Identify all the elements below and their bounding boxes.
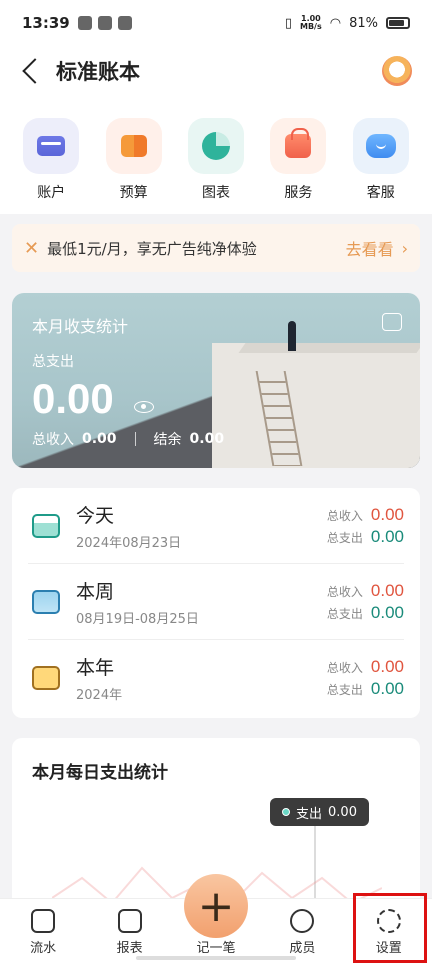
- settings-highlight-box: [353, 893, 427, 963]
- tab-label: 流水: [30, 941, 57, 956]
- add-record-button[interactable]: +: [184, 874, 248, 938]
- customer-service-icon: [365, 134, 396, 158]
- budget-icon: [120, 135, 147, 157]
- back-icon[interactable]: [22, 58, 48, 84]
- quick-action-account[interactable]: 账户: [16, 118, 86, 214]
- header: 标准账本: [0, 46, 432, 96]
- total-income-label: 总收入: [32, 432, 74, 448]
- notification-icon: [77, 16, 92, 30]
- daily-chart-title: 本月每日支出统计: [32, 763, 168, 783]
- battery-percent: 81%: [349, 15, 378, 31]
- quick-action-label: 图表: [201, 185, 230, 201]
- quick-action-customer-service[interactable]: 客服: [346, 118, 416, 214]
- notification-icon: [117, 16, 132, 30]
- expense-label: 总支出: [326, 606, 363, 621]
- expense-value: 0.00: [370, 526, 404, 546]
- period-row-today[interactable]: 今天 2024年08月23日 总收入 0.00 总支出 0.00: [28, 488, 404, 564]
- net-speed: 1.00 MB/s: [300, 14, 322, 31]
- expense-label: 总支出: [326, 683, 363, 697]
- tab-transactions[interactable]: 流水: [8, 909, 78, 956]
- period-row-year[interactable]: 本年 2024年 总收入 0.00 总支出 0.00: [28, 640, 404, 716]
- period-date: 2024年: [76, 688, 123, 703]
- period-date: 08月19日-08月25日: [76, 611, 199, 627]
- wifi-icon: ◠: [329, 15, 342, 31]
- quick-action-service[interactable]: 服务: [263, 118, 333, 214]
- report-icon: [117, 909, 142, 933]
- battery-icon: [386, 17, 410, 29]
- income-value: 0.00: [370, 657, 404, 676]
- vibrate-icon: ▯: [284, 15, 292, 31]
- status-time: 13:39: [22, 14, 70, 32]
- tab-reports[interactable]: 报表: [95, 909, 165, 956]
- quick-action-chart[interactable]: 图表: [181, 118, 251, 214]
- quick-action-label: 账户: [37, 185, 66, 201]
- income-value: 0.00: [370, 580, 404, 600]
- status-notification-icons: [77, 16, 132, 30]
- chart-tooltip: 支出 0.00: [270, 798, 369, 826]
- notification-icon: [97, 16, 112, 30]
- pie-chart-icon: [201, 132, 230, 160]
- period-summary-card: 今天 2024年08月23日 总收入 0.00 总支出 0.00 本周 08月1…: [12, 488, 420, 718]
- eye-icon[interactable]: [134, 401, 154, 413]
- tooltip-value: 0.00: [328, 804, 357, 820]
- avatar[interactable]: [382, 56, 412, 86]
- divider: [134, 432, 136, 446]
- balance-label: 结余: [153, 432, 182, 448]
- period-title: 本周: [76, 580, 115, 603]
- status-right: ▯ 1.00 MB/s ◠ 81%: [285, 15, 410, 31]
- person-illustration: [288, 321, 296, 351]
- expense-value: 0.00: [370, 679, 404, 698]
- quick-actions: 账户 预算 图表 服务 客服: [0, 96, 432, 214]
- tab-label: 记一笔: [196, 941, 236, 956]
- chart-icon[interactable]: [382, 313, 402, 331]
- quick-action-label: 预算: [119, 185, 148, 201]
- balance-value: 0.00: [189, 431, 225, 447]
- page-title: 标准账本: [56, 60, 140, 84]
- quick-action-label: 客服: [366, 185, 395, 201]
- legend-dot-icon: [282, 808, 290, 816]
- expense-value: 0.00: [370, 602, 404, 622]
- quick-action-budget[interactable]: 预算: [99, 118, 169, 214]
- status-bar: 13:39 ▯ 1.00 MB/s ◠ 81%: [0, 0, 432, 46]
- period-row-week[interactable]: 本周 08月19日-08月25日 总收入 0.00 总支出 0.00: [28, 564, 404, 640]
- yen-calendar-icon: [32, 666, 60, 690]
- income-label: 总收入: [326, 508, 363, 523]
- promo-link[interactable]: 去看看: [346, 236, 394, 260]
- tooltip-label: 支出: [296, 806, 323, 822]
- period-title: 本年: [76, 657, 115, 679]
- income-label: 总收入: [326, 584, 363, 599]
- total-income-value: 0.00: [82, 431, 117, 447]
- monthly-stats-card[interactable]: 本月收支统计 总支出 0.00 总收入 0.00 结余 0.00: [12, 293, 420, 468]
- calendar-icon: [32, 513, 60, 538]
- period-title: 今天: [76, 504, 115, 527]
- total-expense-label: 总支出: [32, 354, 74, 370]
- stats-title: 本月收支统计: [32, 317, 129, 336]
- expense-label: 总支出: [326, 530, 363, 545]
- card-icon: [32, 589, 60, 614]
- total-expense-value: 0.00: [32, 375, 114, 422]
- account-card-icon: [37, 136, 66, 156]
- person-icon: [290, 909, 315, 933]
- close-icon[interactable]: ✕: [24, 238, 39, 259]
- home-indicator: [136, 956, 296, 960]
- tab-label: 报表: [116, 941, 143, 956]
- document-icon: [31, 909, 56, 933]
- income-label: 总收入: [326, 661, 363, 675]
- promo-text: 最低1元/月，享无广告纯净体验: [47, 239, 257, 258]
- stats-summary: 总收入 0.00 结余 0.00: [32, 429, 224, 449]
- income-value: 0.00: [370, 504, 404, 524]
- shopping-bag-icon: [285, 128, 312, 158]
- chevron-right-icon: ›: [401, 238, 408, 258]
- tab-members[interactable]: 成员: [267, 909, 337, 956]
- promo-banner[interactable]: ✕ 最低1元/月，享无广告纯净体验 去看看 ›: [12, 224, 420, 272]
- quick-action-label: 服务: [284, 185, 313, 201]
- period-date: 2024年08月23日: [76, 535, 182, 551]
- tab-label: 成员: [289, 941, 316, 956]
